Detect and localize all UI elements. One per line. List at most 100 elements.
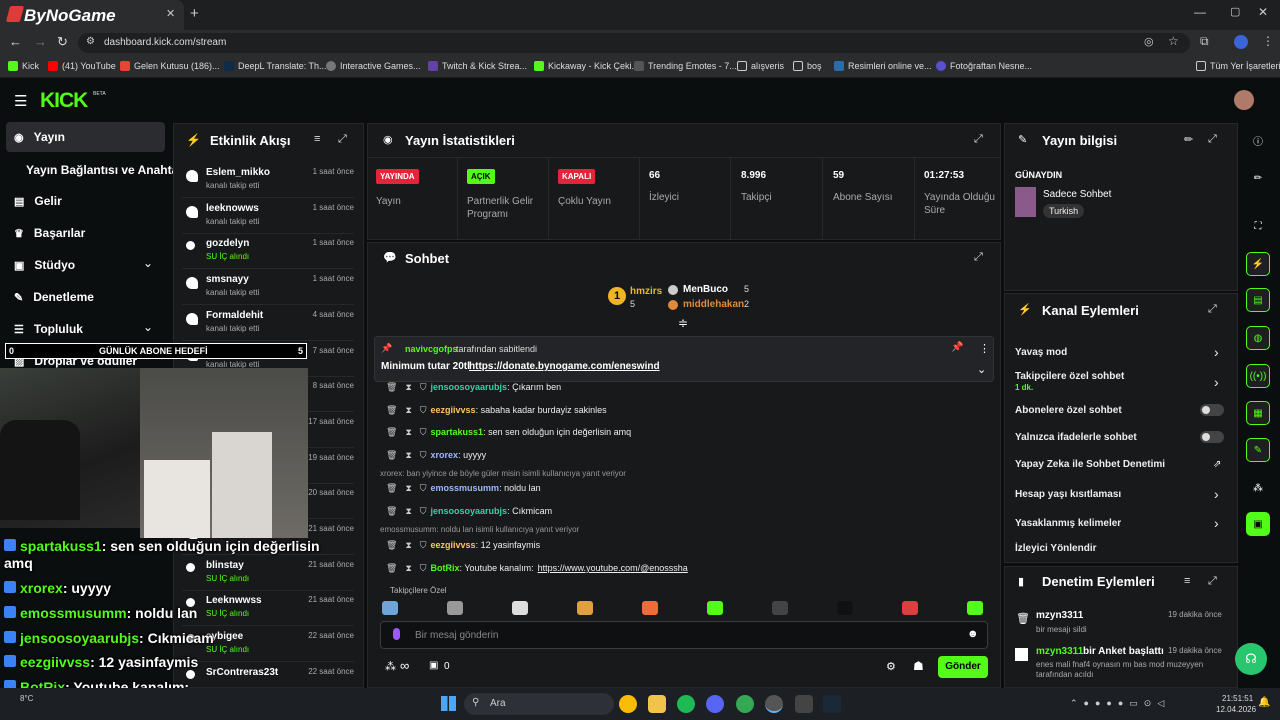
chevron-right-icon[interactable]: › (1214, 486, 1219, 502)
pinned-by-user[interactable]: navivcgofps (405, 344, 458, 354)
delete-icon[interactable]: 🗑 (386, 540, 397, 550)
sidebar-item-studyo[interactable]: ▣ Stüdyo (14, 258, 75, 272)
reload-icon[interactable]: ↻ (57, 34, 68, 50)
site-info-icon[interactable]: ⚙ (86, 36, 95, 47)
chat-username[interactable]: eezgiivvss (431, 540, 476, 550)
timeout-icon[interactable]: ⧗ (405, 483, 411, 493)
sidebar-item-gelir[interactable]: ▤ Gelir (14, 194, 62, 208)
mod-user[interactable]: mzyn3311 (1036, 610, 1083, 621)
chevron-right-icon[interactable]: › (1214, 374, 1219, 390)
event-row[interactable]: gozdelyn SU İÇ alındı 1 saat önce (182, 234, 354, 270)
sidebar-item-yayin[interactable]: ◉ Yayın (14, 130, 65, 144)
chevron-right-icon[interactable]: › (1214, 344, 1219, 360)
reply-context[interactable]: emossmusumm: noldu lan isimli kullanıcıy… (380, 525, 579, 534)
kick-logo[interactable]: KICK (40, 89, 88, 113)
bookmark-all[interactable]: Tüm Yer İşaretleri (1196, 61, 1280, 71)
pinned-message[interactable]: 📌 navivcgofps tarafından sabitlendi Mini… (374, 336, 994, 382)
timeout-icon[interactable]: ⧗ (405, 563, 411, 573)
delete-icon[interactable]: 🗑 (386, 506, 397, 516)
filter-icon[interactable]: ≡ (1184, 575, 1190, 587)
delete-icon[interactable]: 🗑 (386, 382, 397, 392)
top-gifter-name[interactable]: hmzirs (630, 286, 662, 297)
browser-tab[interactable]: ByNoGame ✕ (0, 0, 184, 30)
filter-icon[interactable]: ≡ (314, 133, 320, 145)
chat-message[interactable]: 🗑 ⧗ ⛉ xrorex: uyyyy (386, 450, 486, 461)
chat-username[interactable]: jensoosoyaarubjs (431, 506, 508, 516)
reply-context[interactable]: xrorex: ban yiyince de böyle güler misin… (380, 469, 626, 478)
event-row[interactable]: blinstay SU İÇ alındı 21 saat önce (182, 556, 354, 591)
event-user[interactable]: SrContreras23t (206, 667, 278, 678)
mic-icon[interactable] (393, 628, 400, 640)
bolt-icon[interactable]: ⚡ (1246, 252, 1270, 276)
url-field[interactable]: ⚙ dashboard.kick.com/stream ◎ ☆ (78, 33, 1190, 53)
extensions-icon[interactable]: ⧉ (1200, 34, 1209, 49)
more-icon[interactable]: ⋮ (979, 342, 990, 355)
edit-icon[interactable]: ✏ (1246, 166, 1270, 190)
bookmark-youtube[interactable]: (41) YouTube (48, 61, 116, 71)
emote-icon[interactable] (707, 601, 723, 615)
sidebar-item-basarilar[interactable]: ♛ Başarılar (14, 226, 85, 240)
emote-icon[interactable] (577, 601, 593, 615)
banned-words-row[interactable]: Yasaklanmış kelimeler (1015, 518, 1121, 529)
chat-username[interactable]: spartakuss1 (431, 427, 484, 437)
bookmark-kickaway[interactable]: Kickaway - Kick Çeki... (534, 61, 639, 71)
bookmark-fotograftan[interactable]: Fotoğraftan Nesne... (936, 61, 1032, 71)
event-user[interactable]: Leeknwwss (206, 595, 262, 606)
popout-icon[interactable]: ⤢ (974, 251, 983, 264)
star-icon[interactable]: ☆ (1168, 34, 1179, 48)
delete-icon[interactable]: 🗑 (386, 427, 397, 437)
emote-icon[interactable] (902, 601, 918, 615)
emoji-icon[interactable]: ☻ (967, 628, 979, 640)
slow-mode-row[interactable]: Yavaş mod (1015, 347, 1067, 358)
chat-username[interactable]: jensoosoyaarubjs (431, 382, 508, 392)
popout-icon[interactable]: ⤢ (974, 133, 983, 146)
popout-icon[interactable]: ⤢ (1208, 575, 1217, 588)
collapse-icon[interactable]: ≑ (678, 316, 688, 330)
profile-icon[interactable] (1234, 35, 1248, 49)
emote-icon[interactable] (967, 601, 983, 615)
unpin-icon[interactable]: 📌 (951, 342, 963, 353)
event-row[interactable]: Formaldehit kanalı takip etti 4 saat önce (182, 306, 354, 341)
timeout-icon[interactable]: ⧗ (405, 540, 411, 550)
hamburger-icon[interactable]: ☰ (14, 92, 27, 110)
host-row[interactable]: İzleyici Yönlendir (1015, 543, 1097, 554)
chat-link[interactable]: https://www.youtube.com/@enosssha (538, 563, 688, 573)
windows-start-icon[interactable] (441, 696, 456, 711)
spotify-icon[interactable] (677, 695, 695, 713)
stats-icon[interactable]: ▤ (1246, 288, 1270, 312)
taskbar-search[interactable]: ⚲ Ara (464, 693, 614, 715)
help-fab-icon[interactable]: ☊ (1235, 643, 1267, 675)
back-icon[interactable]: ← (9, 34, 22, 49)
language-tag[interactable]: Turkish (1043, 204, 1085, 218)
bookmark-deepl[interactable]: DeepL Translate: Th... (224, 61, 327, 71)
mod-user[interactable]: mzyn3311 (1036, 646, 1083, 657)
delete-icon[interactable]: 🗑 (386, 405, 397, 415)
discord-icon[interactable] (706, 695, 724, 713)
expand-icon[interactable]: ⌄ (977, 363, 986, 376)
chat-message[interactable]: 🗑 ⧗ ⛉ jensoosoyaarubjs: Cıkmicam (386, 506, 552, 517)
event-user[interactable]: blinstay (206, 560, 244, 571)
tray-icons[interactable]: ⌃●●●●▭⊙◁ (1070, 698, 1170, 709)
app-icon[interactable] (795, 695, 813, 713)
timeout-icon[interactable]: ⧗ (405, 405, 411, 415)
info-icon[interactable]: ⓘ (1246, 128, 1270, 152)
delete-icon[interactable]: 🗑 (386, 483, 397, 493)
bookmark-folder-alisveris[interactable]: alışveris (737, 61, 784, 71)
bookmark-interactive[interactable]: Interactive Games... (326, 61, 421, 71)
bookmark-kick[interactable]: Kick (8, 61, 39, 71)
minimize-icon[interactable]: — (1194, 5, 1206, 19)
chrome-icon[interactable] (619, 695, 637, 713)
timeout-icon[interactable]: ⧗ (405, 427, 411, 437)
chevron-down-icon[interactable]: ⌄ (143, 320, 153, 334)
chevron-down-icon[interactable]: ⌄ (143, 256, 153, 270)
menu-dots-icon[interactable]: ⋮ (1262, 34, 1274, 48)
window-close-icon[interactable]: ✕ (1258, 5, 1268, 19)
popout-icon[interactable]: ⤢ (338, 133, 347, 146)
wrench-icon[interactable]: ✎ (1246, 438, 1270, 462)
chevron-right-icon[interactable]: › (1214, 515, 1219, 531)
emote-icon[interactable] (447, 601, 463, 615)
event-row[interactable]: leeknowws kanalı takip etti 1 saat önce (182, 199, 354, 234)
timeout-icon[interactable]: ⧗ (405, 450, 411, 460)
ai-moderation-row[interactable]: Yapay Zeka ile Sohbet Denetimi (1015, 459, 1165, 470)
bookmark-folder-bos[interactable]: boş (793, 61, 822, 71)
